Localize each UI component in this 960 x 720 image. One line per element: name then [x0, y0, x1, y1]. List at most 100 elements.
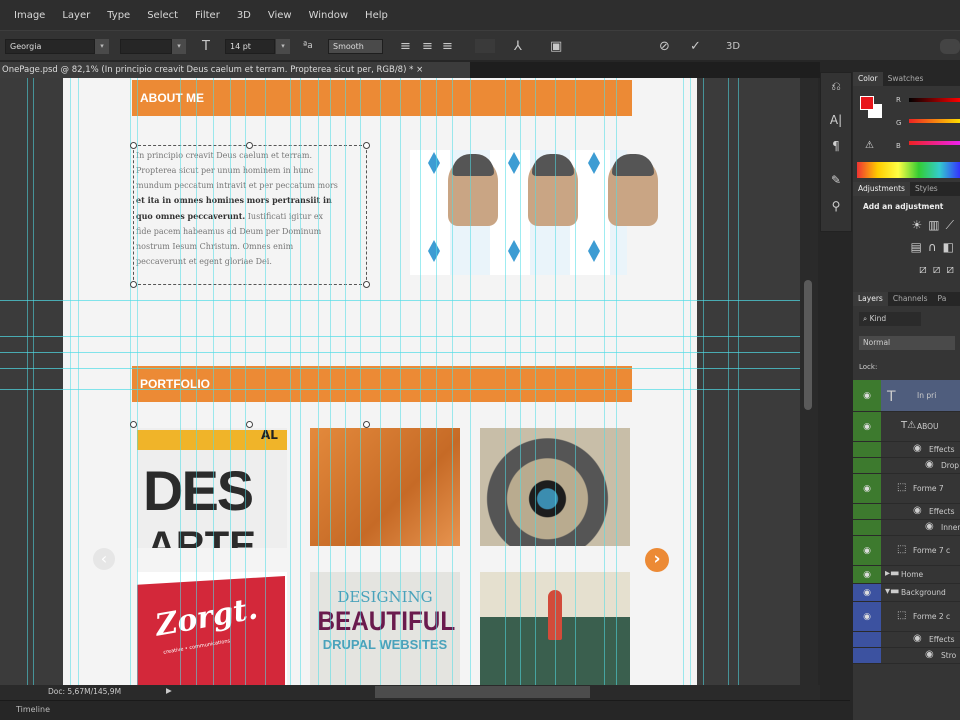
visibility-eye-icon[interactable] — [853, 520, 881, 535]
guide-vertical[interactable] — [213, 78, 214, 685]
carousel-next-button[interactable]: › — [645, 548, 669, 572]
menu-select[interactable]: Select — [147, 10, 178, 21]
guide-vertical[interactable] — [300, 78, 301, 685]
guide-horizontal[interactable] — [0, 336, 800, 337]
portfolio-thumb-portrait[interactable] — [310, 428, 460, 546]
text-color-swatch[interactable] — [475, 39, 495, 53]
tab-color[interactable]: Color — [853, 72, 883, 86]
carousel-prev-button[interactable]: ‹ — [93, 548, 115, 570]
guide-vertical[interactable] — [137, 78, 138, 685]
adjustment-icons[interactable]: ☀▥⟋ ▤∩◧ ⧄⧄⧄ — [889, 214, 960, 280]
guide-vertical[interactable] — [330, 78, 331, 685]
layer-row[interactable]: ◉ T In pri — [853, 380, 960, 412]
visibility-eye-icon[interactable]: ◉ — [853, 566, 881, 583]
canvas[interactable]: ABOUT ME In principio creavit Deus caelu… — [0, 78, 800, 685]
menu-type[interactable]: Type — [107, 10, 130, 21]
visibility-eye-icon[interactable]: ◉ — [853, 584, 881, 601]
antialias-select[interactable]: Smooth — [328, 39, 383, 54]
guide-vertical[interactable] — [452, 78, 453, 685]
close-tab-icon[interactable]: × — [416, 65, 423, 75]
menu-image[interactable]: Image — [14, 10, 45, 21]
status-menu-arrow-icon[interactable]: ▶ — [166, 686, 172, 695]
layer-row[interactable]: ◉ Drop — [853, 458, 960, 474]
font-size-input[interactable]: 14 pt — [225, 39, 275, 54]
g-slider[interactable] — [909, 119, 960, 123]
blend-mode-select[interactable]: Normal — [859, 336, 955, 350]
visibility-eye-icon[interactable] — [853, 648, 881, 663]
layer-row[interactable]: ◉ T⚠ ABOU — [853, 412, 960, 442]
layer-row[interactable]: ◉ Effects — [853, 632, 960, 648]
guide-vertical[interactable] — [245, 78, 246, 685]
layer-row[interactable]: ◉ Inner — [853, 520, 960, 536]
layer-row[interactable]: ◉ ⬚ Forme 2 c — [853, 602, 960, 632]
guide-vertical[interactable] — [683, 78, 684, 685]
character-icon[interactable]: A| — [821, 107, 851, 133]
guide-vertical[interactable] — [290, 78, 291, 685]
paragraph-icon[interactable]: ¶ — [821, 133, 851, 159]
guide-vertical[interactable] — [575, 78, 576, 685]
guide-horizontal[interactable] — [0, 368, 800, 369]
guide-vertical[interactable] — [360, 78, 361, 685]
tab-layers[interactable]: Layers — [853, 292, 888, 306]
visibility-eye-icon[interactable]: ◉ — [853, 602, 881, 631]
menu-help[interactable]: Help — [365, 10, 388, 21]
guide-vertical[interactable] — [33, 78, 34, 685]
scrollbar-thumb[interactable] — [804, 280, 812, 410]
align-left-icon[interactable]: ≡ — [400, 39, 411, 54]
3d-icon[interactable]: 3D — [726, 39, 740, 54]
history-icon[interactable]: ⎌ — [821, 73, 851, 99]
guide-horizontal[interactable] — [0, 389, 800, 390]
b-slider[interactable] — [909, 141, 960, 145]
align-center-icon[interactable]: ≡ — [422, 39, 433, 54]
guide-vertical[interactable] — [505, 78, 506, 685]
guide-vertical[interactable] — [690, 78, 691, 685]
tab-styles[interactable]: Styles — [910, 182, 943, 196]
menu-view[interactable]: View — [268, 10, 292, 21]
guide-vertical[interactable] — [604, 78, 605, 685]
font-style-select[interactable] — [120, 39, 172, 54]
document-tab[interactable]: OnePage.psd @ 82,1% (In principio creavi… — [0, 62, 470, 78]
color-ramp[interactable] — [857, 162, 960, 178]
font-family-select[interactable]: Georgia — [5, 39, 95, 54]
layer-row[interactable]: ◉ ⬚ Forme 7 c — [853, 536, 960, 566]
character-panel-icon[interactable]: ▣ — [550, 39, 562, 54]
guide-vertical[interactable] — [555, 78, 556, 685]
foreground-color-swatch[interactable] — [860, 96, 874, 110]
tab-swatches[interactable]: Swatches — [883, 72, 929, 86]
visibility-eye-icon[interactable]: ◉ — [853, 474, 881, 503]
visibility-eye-icon[interactable] — [853, 458, 881, 473]
transform-handle[interactable] — [130, 421, 137, 428]
guide-vertical[interactable] — [703, 78, 704, 685]
menu-3d[interactable]: 3D — [237, 10, 251, 21]
guide-horizontal[interactable] — [0, 352, 800, 353]
guide-vertical[interactable] — [470, 78, 471, 685]
layer-row[interactable]: ◉ Effects — [853, 504, 960, 520]
guide-vertical[interactable] — [27, 78, 28, 685]
guide-vertical[interactable] — [728, 78, 729, 685]
font-family-dropdown[interactable]: ▾ — [95, 39, 109, 54]
guide-vertical[interactable] — [318, 78, 319, 685]
guide-vertical[interactable] — [70, 78, 71, 685]
guide-vertical[interactable] — [380, 78, 381, 685]
commit-check-icon[interactable]: ✓ — [690, 39, 701, 54]
guide-vertical[interactable] — [420, 78, 421, 685]
guide-vertical[interactable] — [535, 78, 536, 685]
guide-vertical[interactable] — [520, 78, 521, 685]
visibility-eye-icon[interactable]: ◉ — [853, 412, 881, 441]
layer-row[interactable]: ◉ Effects — [853, 442, 960, 458]
transform-handle[interactable] — [246, 421, 253, 428]
workspace-button[interactable] — [940, 39, 960, 54]
align-right-icon[interactable]: ≡ — [442, 39, 453, 54]
tab-adjustments[interactable]: Adjustments — [853, 182, 910, 196]
clone-source-icon[interactable]: ⚲ — [821, 193, 851, 219]
cancel-icon[interactable]: ⊘ — [659, 39, 670, 54]
transform-handle[interactable] — [130, 142, 137, 149]
timeline-panel[interactable]: Timeline — [0, 700, 850, 720]
transform-handle[interactable] — [363, 142, 370, 149]
guide-vertical[interactable] — [400, 78, 401, 685]
portfolio-thumb-drupal[interactable]: DESIGNING BEAUTIFUL DRUPAL WEBSITES — [310, 572, 460, 685]
guide-vertical[interactable] — [738, 78, 739, 685]
guide-horizontal[interactable] — [0, 300, 800, 301]
layer-filter-kind[interactable]: ⌕ Kind — [859, 312, 921, 326]
layer-row[interactable]: ◉ ⬚ Forme 7 — [853, 474, 960, 504]
